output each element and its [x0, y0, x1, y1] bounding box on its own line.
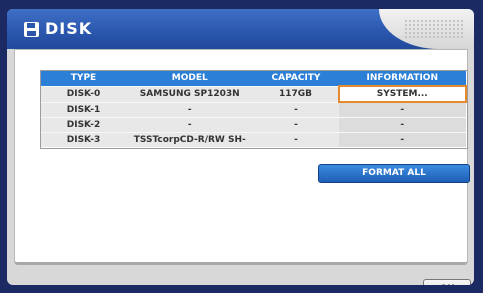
table-row[interactable]: DISK-0 SAMSUNG SP1203N 117GB SYSTEM...: [41, 85, 467, 103]
title-bar: DISK: [7, 9, 474, 49]
cell-information: -: [338, 101, 466, 118]
cell-capacity: -: [253, 117, 339, 133]
table-row[interactable]: DISK-2 - - -: [41, 117, 466, 133]
cell-capacity: -: [253, 132, 339, 147]
disk-dialog: DISK TYPE MODEL CAPACITY INFORMATION DIS…: [7, 9, 474, 285]
floppy-disk-icon: [24, 22, 39, 37]
cell-type: DISK-2: [41, 117, 126, 133]
table-row[interactable]: DISK-1 - - -: [41, 101, 466, 118]
cell-information: -: [338, 132, 466, 147]
header-information: INFORMATION: [338, 71, 466, 86]
window-title: DISK: [45, 19, 93, 38]
cell-information: -: [338, 117, 466, 133]
ok-button[interactable]: OK: [423, 279, 471, 285]
system-info-button[interactable]: SYSTEM...: [337, 85, 467, 103]
cell-capacity: 117GB: [253, 85, 339, 102]
header-capacity: CAPACITY: [253, 71, 339, 86]
format-all-button[interactable]: FORMAT ALL: [318, 164, 470, 183]
table-header-row: TYPE MODEL CAPACITY INFORMATION: [41, 71, 466, 86]
disk-table: TYPE MODEL CAPACITY INFORMATION DISK-0 S…: [41, 71, 467, 147]
disk-table-container: TYPE MODEL CAPACITY INFORMATION DISK-0 S…: [40, 70, 468, 149]
header-model: MODEL: [126, 71, 254, 86]
cell-capacity: -: [253, 101, 339, 118]
cell-type: DISK-0: [41, 85, 126, 102]
table-row[interactable]: DISK-3 TSSTcorpCD-R/RW SH- - -: [41, 132, 466, 147]
cell-model: SAMSUNG SP1203N: [126, 85, 254, 102]
header-type: TYPE: [41, 71, 126, 86]
cell-model: TSSTcorpCD-R/RW SH-: [126, 132, 254, 147]
title-bar-dot-pattern: [404, 19, 464, 39]
cell-model: -: [126, 101, 254, 118]
cell-model: -: [126, 117, 254, 133]
cell-type: DISK-3: [41, 132, 126, 147]
cell-type: DISK-1: [41, 101, 126, 118]
disk-panel: TYPE MODEL CAPACITY INFORMATION DISK-0 S…: [14, 49, 470, 265]
